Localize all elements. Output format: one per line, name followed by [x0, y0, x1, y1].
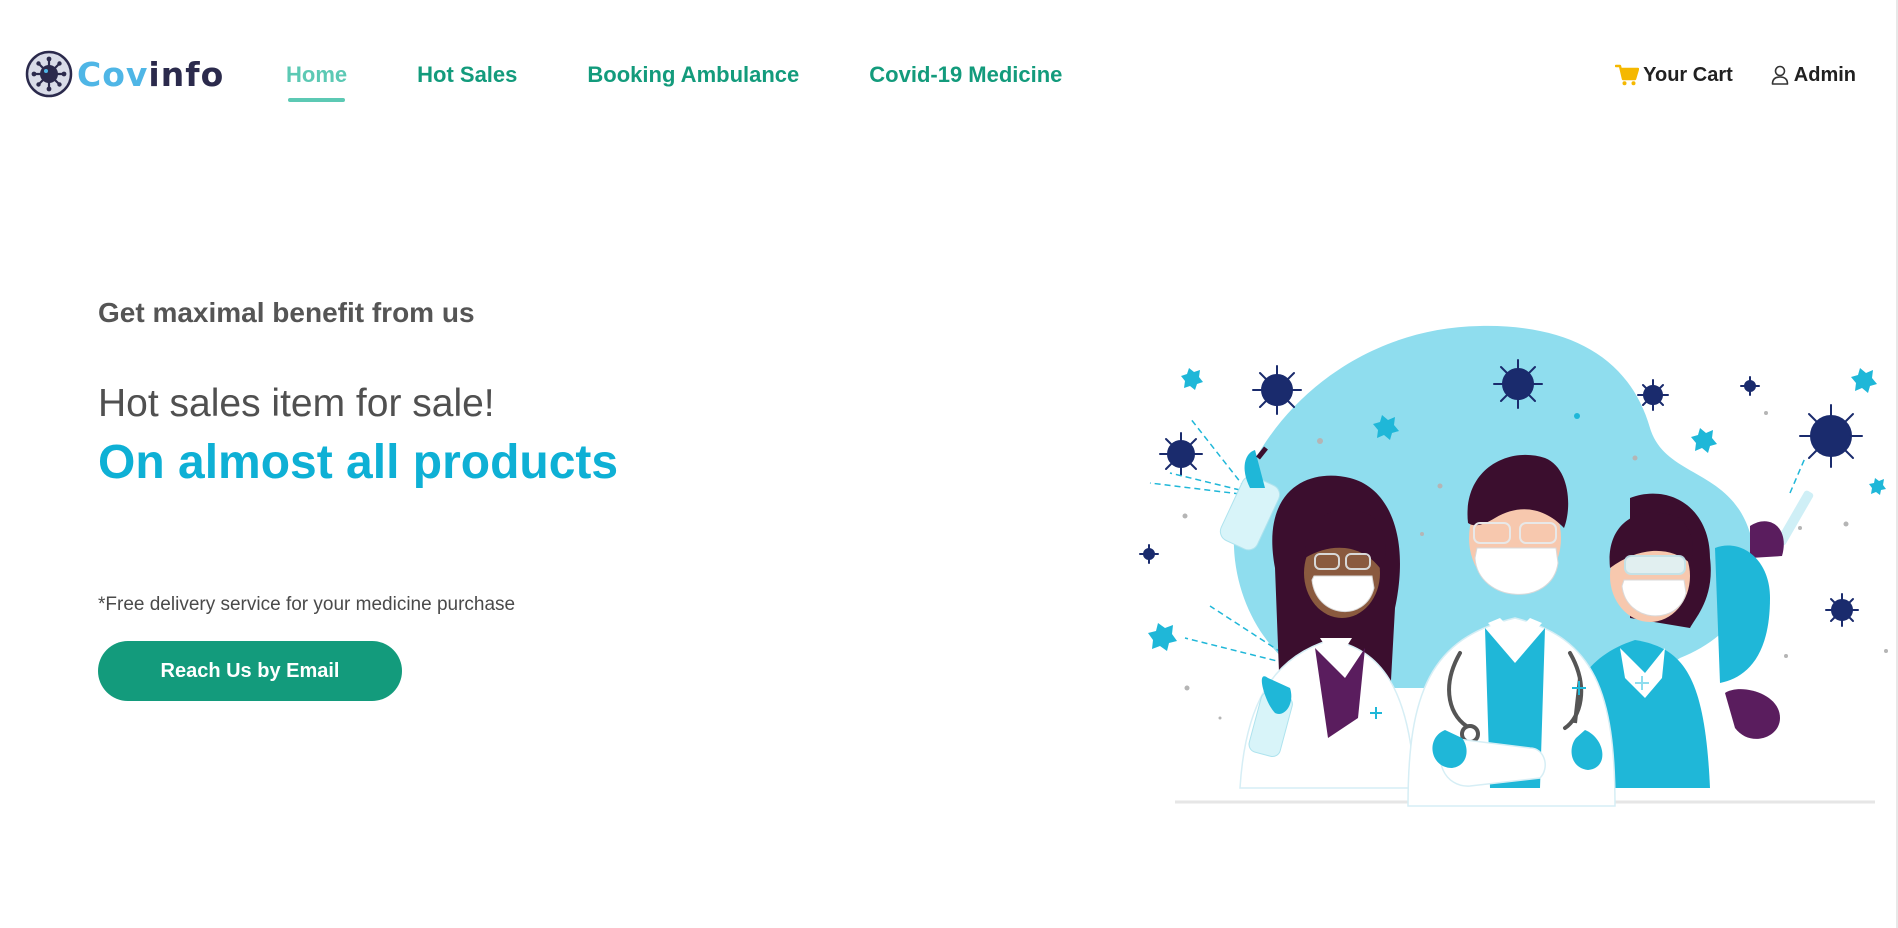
- logo-text-cov: Cov: [77, 54, 149, 94]
- nav-link-hot-sales[interactable]: Hot Sales: [417, 62, 517, 88]
- nav-link-covid-medicine[interactable]: Covid-19 Medicine: [869, 62, 1062, 88]
- admin-label: Admin: [1793, 64, 1856, 86]
- navbar: Covinfo Home Hot Sales Booking Ambulance…: [0, 0, 1898, 150]
- cart-icon: [1615, 64, 1640, 86]
- hero-section: Get maximal benefit from us Hot sales it…: [98, 295, 898, 701]
- reach-us-email-button[interactable]: Reach Us by Email: [98, 641, 402, 701]
- nav-right: Your Cart Admin: [1615, 62, 1856, 88]
- cart-link[interactable]: Your Cart: [1615, 62, 1733, 88]
- logo-text-info: info: [148, 54, 225, 94]
- nav-link-home[interactable]: Home: [286, 62, 348, 102]
- logo[interactable]: Covinfo: [25, 50, 224, 98]
- page: Covinfo Home Hot Sales Booking Ambulance…: [0, 0, 1898, 928]
- nav-links: Home Hot Sales Booking Ambulance Covid-1…: [286, 62, 1132, 102]
- hero-eyebrow: Get maximal benefit from us: [98, 297, 475, 328]
- user-icon: [1771, 65, 1789, 85]
- nav-link-home-label: Home: [286, 62, 348, 87]
- doctors-illustration: [1139, 325, 1888, 807]
- active-underline: [288, 98, 346, 102]
- virus-icon: [25, 50, 73, 98]
- hero-subtitle: On almost all products: [98, 436, 619, 489]
- hero-title: Hot sales item for sale!: [98, 382, 495, 425]
- delivery-note: *Free delivery service for your medicine…: [98, 594, 516, 615]
- logo-text: Covinfo: [77, 58, 224, 91]
- nav-link-booking-ambulance[interactable]: Booking Ambulance: [587, 62, 799, 88]
- admin-link[interactable]: Admin: [1771, 62, 1856, 88]
- cart-label: Your Cart: [1643, 64, 1733, 86]
